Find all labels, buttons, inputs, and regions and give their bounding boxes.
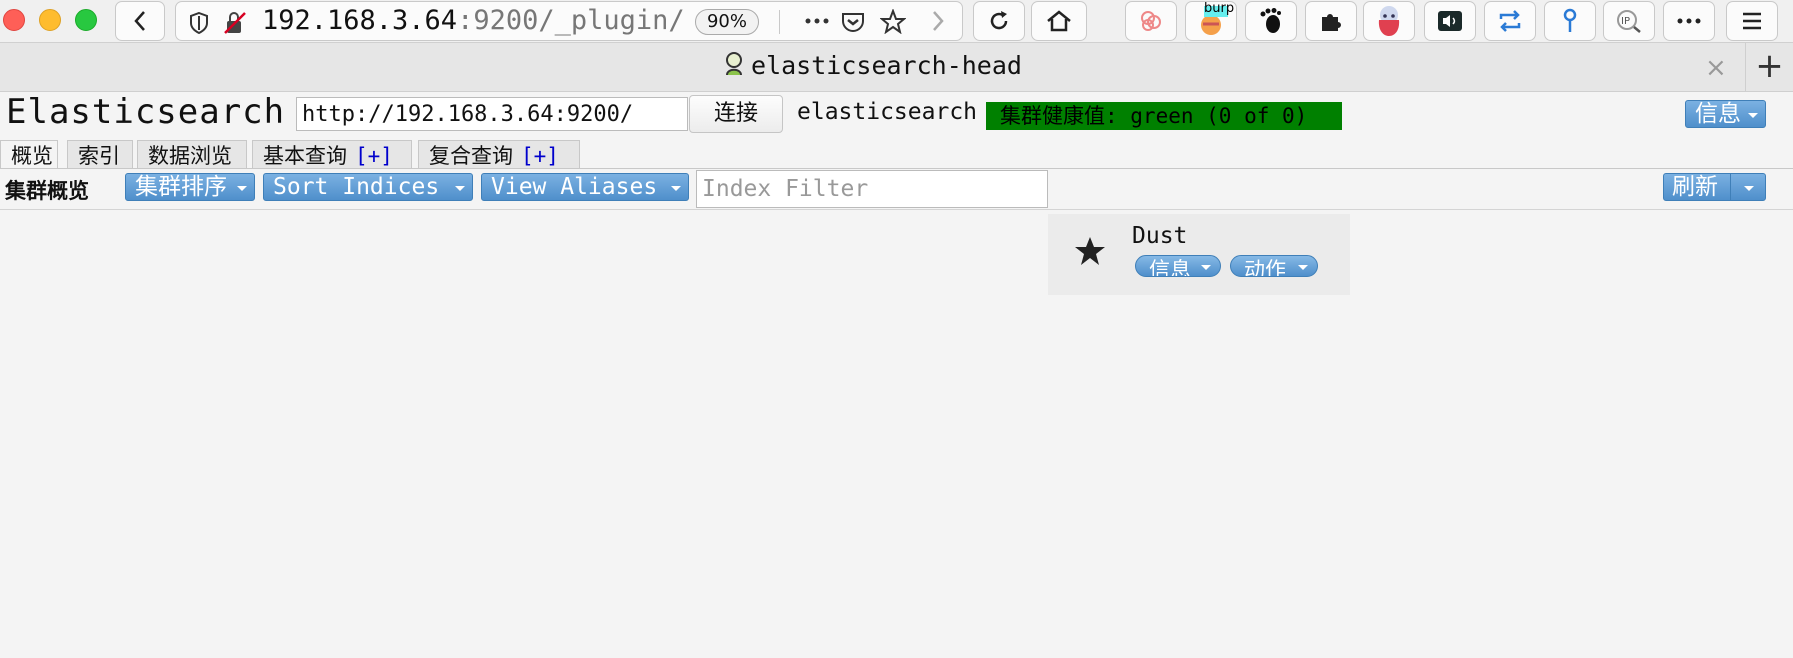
location-extension-button[interactable] [1544, 1, 1596, 41]
bookmark-star-icon[interactable] [880, 9, 906, 34]
node-action-label: 动作 [1244, 258, 1286, 277]
anime-extension-button[interactable] [1363, 1, 1415, 41]
view-aliases-button[interactable]: View Aliases [481, 173, 689, 201]
active-tab[interactable]: elasticsearch-head [0, 51, 1745, 80]
tab-title-text: elasticsearch-head [751, 51, 1022, 80]
tab-basic-query[interactable]: 基本查询 [+] [252, 140, 412, 168]
tab-browser[interactable]: 数据浏览 [137, 140, 247, 168]
more-actions-icon[interactable] [805, 17, 829, 25]
footprint-icon [1260, 8, 1281, 33]
elasticsearch-head-favicon-icon [726, 52, 743, 76]
tab-close-icon[interactable]: × [1705, 53, 1727, 83]
chevron-left-icon [134, 11, 145, 31]
sort-indices-button[interactable]: Sort Indices [263, 173, 473, 201]
speaker-icon [1438, 11, 1462, 31]
caret-down-icon [1298, 265, 1308, 270]
tab-compound-query-label: 复合查询 [429, 144, 513, 168]
cluster-sort-button[interactable]: 集群排序 [125, 173, 255, 201]
browser-toolbar: 192.168.3.64:9200/_plugin/ 90% burp IP [0, 0, 1793, 42]
close-window-button[interactable] [3, 9, 25, 31]
home-button[interactable] [1031, 1, 1087, 41]
node-action-button[interactable]: 动作 [1230, 255, 1318, 277]
tab-strip: elasticsearch-head × + [0, 42, 1793, 92]
caret-down-icon [237, 186, 247, 191]
caret-down-icon [455, 186, 465, 191]
maximize-window-button[interactable] [75, 9, 97, 31]
reload-icon [990, 11, 1008, 30]
refresh-dropdown-button[interactable] [1730, 173, 1766, 201]
overview-label: 集群概览 [5, 179, 89, 203]
cluster-health-badge: 集群健康值: green (0 of 0) [986, 102, 1342, 130]
anime-girl-icon [1378, 6, 1400, 36]
url-bar[interactable]: 192.168.3.64:9200/_plugin/ 90% [175, 1, 963, 41]
tab-browser-label: 数据浏览 [148, 144, 232, 168]
elasticsearch-head-app: Elasticsearch 连接 elasticsearch 集群健康值: gr… [0, 92, 1793, 658]
app-title: Elasticsearch [6, 92, 286, 132]
url-separator [779, 10, 780, 34]
forward-button[interactable] [913, 1, 963, 41]
zoom-indicator[interactable]: 90% [695, 9, 759, 35]
tab-compound-query-plus[interactable]: [+] [521, 144, 559, 168]
burp-badge: burp [1204, 1, 1235, 16]
sort-indices-label: Sort Indices [273, 174, 440, 200]
hamburger-menu-button[interactable] [1726, 1, 1778, 41]
pocket-icon[interactable] [841, 11, 865, 33]
extensions-button[interactable] [1305, 1, 1357, 41]
svg-text:IP: IP [1621, 16, 1630, 27]
repeat-icon [1499, 10, 1521, 32]
refresh-button[interactable]: 刷新 [1663, 173, 1731, 201]
switch-extension-button[interactable] [1484, 1, 1536, 41]
minimize-window-button[interactable] [39, 9, 61, 31]
cluster-sort-label: 集群排序 [135, 174, 227, 200]
tab-compound-query[interactable]: 复合查询 [+] [418, 140, 580, 168]
app-tabs: 概览 索引 数据浏览 基本查询 [+] 复合查询 [+] [0, 140, 1793, 169]
cluster-name: elasticsearch [797, 99, 978, 125]
tab-overview[interactable]: 概览 [0, 140, 58, 169]
audio-extension-button[interactable] [1424, 1, 1476, 41]
gnome-extension-button[interactable] [1245, 1, 1297, 41]
ip-search-icon: IP [1617, 10, 1641, 33]
tab-basic-query-label: 基本查询 [263, 144, 347, 168]
overflow-menu-button[interactable] [1663, 1, 1715, 41]
burp-extension-button[interactable]: burp [1185, 1, 1237, 41]
index-filter-input[interactable] [696, 170, 1048, 208]
caret-down-icon [671, 186, 681, 191]
tab-indices[interactable]: 索引 [67, 140, 133, 168]
ip-lookup-extension-button[interactable]: IP [1603, 1, 1655, 41]
home-icon [1047, 10, 1071, 32]
star-icon [1075, 237, 1105, 265]
tab-overview-label: 概览 [11, 144, 53, 168]
back-button[interactable] [115, 1, 165, 41]
overview-toolbar: 集群概览 集群排序 Sort Indices View Aliases 刷新 [0, 168, 1793, 210]
tab-indices-label: 索引 [78, 144, 120, 168]
node-info-label: 信息 [1149, 258, 1191, 277]
chevron-right-icon [933, 11, 944, 31]
hamburger-icon [1743, 12, 1761, 30]
pin-icon [1563, 8, 1577, 32]
refresh-control: 刷新 [1663, 173, 1766, 201]
caret-down-icon [1744, 186, 1754, 191]
extension-button[interactable] [1125, 1, 1177, 41]
overflow-dots-icon [1677, 18, 1701, 24]
caret-down-icon [1201, 265, 1211, 270]
info-menu-label: 信息 [1695, 101, 1741, 127]
new-tab-button[interactable]: + [1745, 43, 1793, 92]
node-card: Dust 信息 动作 [1048, 214, 1350, 295]
connect-url-input[interactable] [296, 97, 688, 131]
connect-button[interactable]: 连接 [689, 95, 783, 133]
puzzle-icon [1322, 14, 1341, 31]
tab-basic-query-plus[interactable]: [+] [355, 144, 393, 168]
circles-extension-icon [1141, 11, 1161, 31]
info-menu-button[interactable]: 信息 [1685, 100, 1766, 128]
reload-button[interactable] [973, 1, 1025, 41]
insecure-lock-icon[interactable] [224, 11, 246, 35]
node-info-button[interactable]: 信息 [1135, 255, 1221, 277]
view-aliases-label: View Aliases [491, 174, 658, 200]
node-name: Dust [1132, 223, 1188, 249]
caret-down-icon [1748, 113, 1758, 118]
shield-icon[interactable] [190, 12, 208, 34]
